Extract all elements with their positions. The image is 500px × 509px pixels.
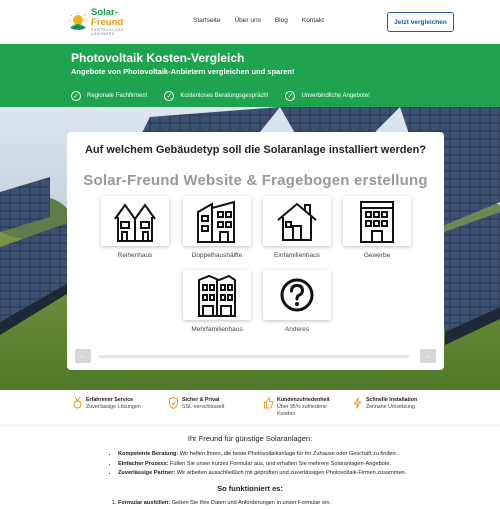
logo-tagline: PHOTOVOLTAIK LÖSUNGEN: [91, 28, 124, 36]
medal-icon: [73, 397, 82, 409]
usp-label: Unverbindliche Angebote!: [301, 93, 370, 99]
question-mark-icon: [280, 278, 314, 312]
list-item: Kompetente Beratung: Wir helfen Ihnen, d…: [118, 450, 440, 460]
list-item: Formular ausfüllen: Geben Sie Ihre Daten…: [118, 500, 440, 506]
feature-title: Schnelle Installation: [366, 397, 418, 403]
section-title: Ihr Freund für günstige Solaranlagen:: [187, 434, 313, 443]
benefit-heading: Einfacher Prozess:: [118, 460, 169, 467]
benefit-heading: Zuverlässige Partner:: [118, 470, 176, 476]
usp-list: ✓ Regionale Fachfirmen! ✓ Kostenloses Be…: [71, 91, 387, 101]
benefits-list: Kompetente Beratung: Wir helfen Ihnen, d…: [110, 450, 440, 479]
logo-name-part2: Freund: [91, 16, 124, 28]
feature-text: Zeitnahe Umsetzung: [366, 403, 415, 410]
option-label: Doppelhaushälfte: [191, 252, 243, 259]
check-circle-icon: ✓: [71, 91, 81, 101]
option-tile[interactable]: [343, 196, 411, 246]
shield-check-icon: [169, 397, 178, 409]
benefit-text: Füllen Sie unser kurzes Formular aus, un…: [168, 460, 392, 467]
building-type-form: Auf welchem Gebäudetyp soll die Solaranl…: [67, 132, 444, 370]
benefit-heading: Kompetente Beratung:: [118, 451, 179, 457]
feature-item: Schnelle Installation Zeitnahe Umsetzung: [353, 397, 417, 411]
option-reihenhaus[interactable]: Reihenhaus: [101, 196, 169, 259]
nav-link-blog[interactable]: Blog: [275, 17, 288, 24]
usp-item: ✓ Regionale Fachfirmen!: [71, 91, 147, 101]
option-tile[interactable]: [263, 196, 331, 246]
page-subtitle: Angebote von Photovoltaik-Anbietern verg…: [71, 67, 295, 76]
features-bar: Erfahrener Service Zuverlässige Lösungen…: [0, 390, 500, 426]
logo-wordmark: Solar-Freund: [91, 8, 140, 27]
apartment-building-icon: [198, 274, 236, 317]
sun-leaf-logo-icon: [68, 12, 88, 32]
feature-item: Sicher & Privat SSL-verschlüsselt: [169, 397, 224, 411]
watermark-text: Solar-Freund Website & Fragebogen erstel…: [83, 172, 428, 189]
feature-text: SSL-verschlüsselt: [182, 403, 225, 410]
lightning-icon: [353, 397, 362, 409]
option-tile[interactable]: [101, 196, 169, 246]
option-doppelhaushaelfte[interactable]: Doppelhaushälfte: [183, 196, 251, 259]
feature-item: Kundenzufriedenheit Über 95% zufriedene …: [264, 397, 335, 418]
feature-title: Erfahrener Service: [86, 397, 134, 403]
usp-label: Kostenloses Beratungsgespräch!: [180, 93, 269, 99]
feature-title: Sicher & Privat: [182, 397, 220, 403]
option-label: Einfamilienhaus: [274, 252, 320, 259]
usp-item: ✓ Unverbindliche Angebote!: [285, 91, 370, 101]
next-step-button[interactable]: →: [420, 349, 436, 363]
logo[interactable]: Solar-Freund PHOTOVOLTAIK LÖSUNGEN: [68, 8, 140, 36]
step-heading: Formular ausfüllen:: [118, 500, 171, 506]
howto-title: So funktioniert es:: [217, 484, 283, 493]
detached-house-icon: [277, 202, 317, 241]
option-mehrfamilienhaus[interactable]: Mehrfamilienhaus: [183, 270, 251, 333]
option-anderes[interactable]: Anderes: [263, 270, 331, 333]
check-circle-icon: ✓: [285, 91, 296, 101]
main-nav: Startseite Über uns Blog Kontakt: [193, 17, 338, 24]
benefit-text: Wir helfen Ihnen, die beste Photovoltaik…: [178, 451, 398, 457]
option-gewerbe[interactable]: Gewerbe: [343, 196, 411, 259]
compare-now-button[interactable]: Jetzt vergleichen: [387, 12, 454, 32]
nav-link-ueber-uns[interactable]: Über uns: [234, 17, 260, 24]
benefit-text: Wir arbeiten ausschließlich mit geprüfte…: [175, 470, 407, 476]
step-text: Geben Sie Ihre Daten und Anforderungen i…: [170, 500, 331, 506]
form-question: Auf welchem Gebäudetyp soll die Solaranl…: [84, 144, 427, 156]
site-header: Solar-Freund PHOTOVOLTAIK LÖSUNGEN Start…: [0, 0, 500, 44]
page-title: Photovoltaik Kosten-Vergleich: [71, 51, 245, 65]
option-label: Anderes: [284, 326, 310, 333]
check-circle-icon: ✓: [164, 91, 175, 101]
option-tile[interactable]: [183, 196, 251, 246]
commercial-building-icon: [360, 201, 394, 243]
nav-link-startseite[interactable]: Startseite: [193, 17, 220, 24]
steps-list: Formular ausfüllen: Geben Sie Ihre Daten…: [110, 500, 440, 506]
list-item: Zuverlässige Partner: Wir arbeiten aussc…: [118, 469, 440, 479]
option-label: Mehrfamilienhaus: [191, 326, 243, 333]
row-house-icon: [114, 203, 156, 242]
usp-label: Regionale Fachfirmen!: [87, 93, 148, 99]
usp-item: ✓ Kostenloses Beratungsgespräch!: [164, 91, 268, 101]
feature-item: Erfahrener Service Zuverlässige Lösungen: [73, 397, 141, 411]
option-einfamilienhaus[interactable]: Einfamilienhaus: [263, 196, 331, 259]
semi-detached-house-icon: [197, 200, 235, 243]
thumbs-up-icon: [264, 397, 273, 409]
nav-link-kontakt[interactable]: Kontakt: [302, 17, 324, 24]
prev-step-button[interactable]: ←: [75, 349, 91, 363]
progress-track: [99, 355, 409, 358]
hero-banner: Photovoltaik Kosten-Vergleich Angebote v…: [0, 44, 500, 107]
option-label: Reihenhaus: [117, 252, 153, 259]
list-item: Einfacher Prozess: Füllen Sie unser kurz…: [118, 460, 440, 470]
feature-title: Kundenzufriedenheit: [277, 397, 330, 403]
feature-text: Zuverlässige Lösungen: [86, 403, 141, 410]
option-label: Gewerbe: [363, 252, 391, 259]
option-tile[interactable]: [263, 270, 331, 320]
option-tile[interactable]: [183, 270, 251, 320]
feature-text: Über 95% zufriedene Kunden: [277, 403, 327, 417]
